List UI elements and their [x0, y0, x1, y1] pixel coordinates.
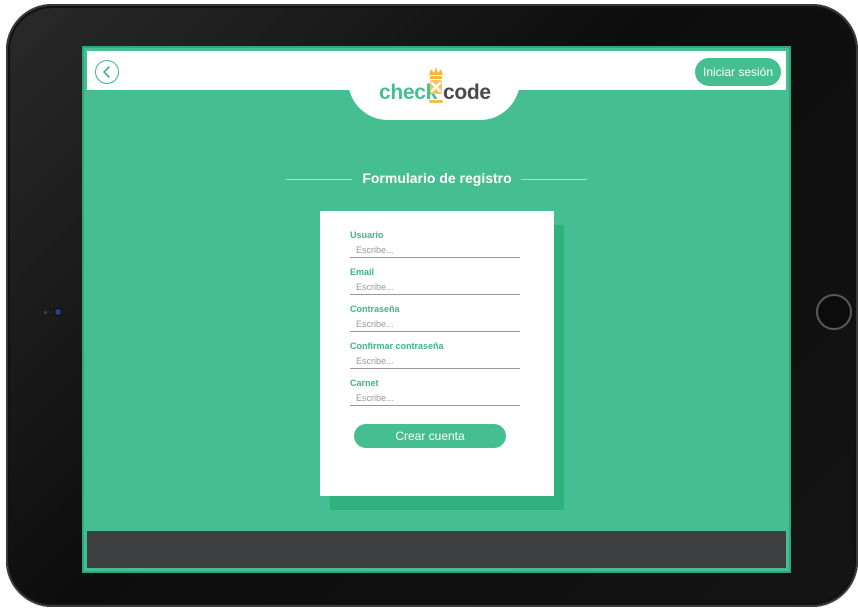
title-divider-right	[521, 179, 587, 180]
field-carnet: Carnet	[350, 377, 520, 406]
password-input[interactable]	[350, 316, 520, 332]
field-usuario: Usuario	[350, 229, 520, 258]
field-label-carnet: Carnet	[350, 378, 379, 388]
field-label-confirmar: Confirmar contraseña	[350, 341, 444, 351]
sensor-dot	[44, 311, 47, 314]
create-account-button[interactable]: Crear cuenta	[354, 424, 506, 448]
confirm-password-input[interactable]	[350, 353, 520, 369]
front-camera	[55, 309, 61, 315]
app-screen: Iniciar sesión check code Formulario de …	[84, 48, 789, 571]
form-title-row: Formulario de registro	[84, 170, 789, 190]
field-confirmar-contrasena: Confirmar contraseña	[350, 340, 520, 369]
title-divider-left	[286, 179, 352, 180]
checkcode-logo: check code	[379, 67, 495, 108]
home-button[interactable]	[816, 294, 852, 330]
back-button[interactable]	[95, 60, 119, 84]
field-label-contrasena: Contraseña	[350, 304, 400, 314]
form-title: Formulario de registro	[362, 170, 512, 186]
field-label-email: Email	[350, 267, 375, 277]
logo-text-code: code	[443, 81, 491, 104]
footer-bar	[87, 531, 786, 568]
chevron-left-icon	[103, 66, 110, 78]
field-email: Email	[350, 266, 520, 295]
registration-card: Usuario Email Contraseña Confirmar contr…	[320, 211, 554, 496]
login-button[interactable]: Iniciar sesión	[695, 58, 781, 86]
email-input[interactable]	[350, 279, 520, 295]
field-contrasena: Contraseña	[350, 303, 520, 332]
usuario-input[interactable]	[350, 242, 520, 258]
field-label-usuario: Usuario	[350, 230, 384, 240]
carnet-input[interactable]	[350, 390, 520, 406]
